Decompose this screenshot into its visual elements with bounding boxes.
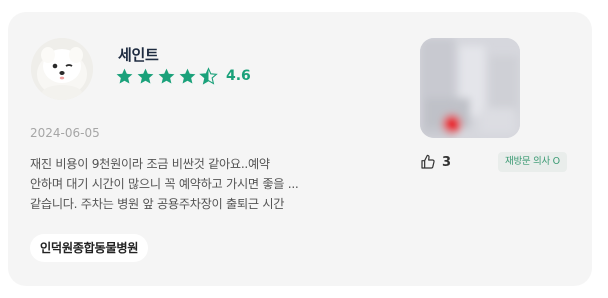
like-count: 3 xyxy=(442,154,452,170)
hospital-tag[interactable]: 인덕원종합동물병원 xyxy=(30,234,149,262)
author-name: 세인트 xyxy=(118,46,159,64)
like-button[interactable]: 3 xyxy=(420,152,451,172)
review-date: 2024-06-05 xyxy=(30,126,100,140)
rating-value: 4.6 xyxy=(226,68,251,84)
half-star-icon xyxy=(199,66,218,85)
review-card[interactable]: 세인트 4.6 2024-06-05 재진 비용이 9천원이라 조금 비싼것 같… xyxy=(8,12,592,286)
avatar xyxy=(31,38,93,100)
review-photo-image xyxy=(420,38,520,138)
review-photo[interactable] xyxy=(420,38,520,138)
star-icon xyxy=(137,68,154,84)
thumbs-up-icon xyxy=(421,154,435,169)
review-text-line: 같습니다. 주차는 병원 앞 공용주차장이 출퇴근 시간 xyxy=(30,197,285,211)
revisit-badge: 재방문 의사 O xyxy=(498,152,567,172)
star-icon xyxy=(116,68,133,84)
review-text[interactable]: 재진 비용이 9천원이라 조금 비싼것 같아요..예약 안하며 대기 시간이 많… xyxy=(30,154,320,214)
star-icon xyxy=(158,68,175,84)
dog-avatar-image xyxy=(31,38,93,100)
rating: 4.6 xyxy=(115,66,251,86)
review-text-line: 재진 비용이 9천원이라 조금 비싼것 같아요..예약 xyxy=(30,157,270,171)
review-text-line: 안하며 대기 시간이 많으니 꼭 예약하고 가시면 좋을 ... xyxy=(30,177,299,191)
star-icon xyxy=(179,68,196,84)
